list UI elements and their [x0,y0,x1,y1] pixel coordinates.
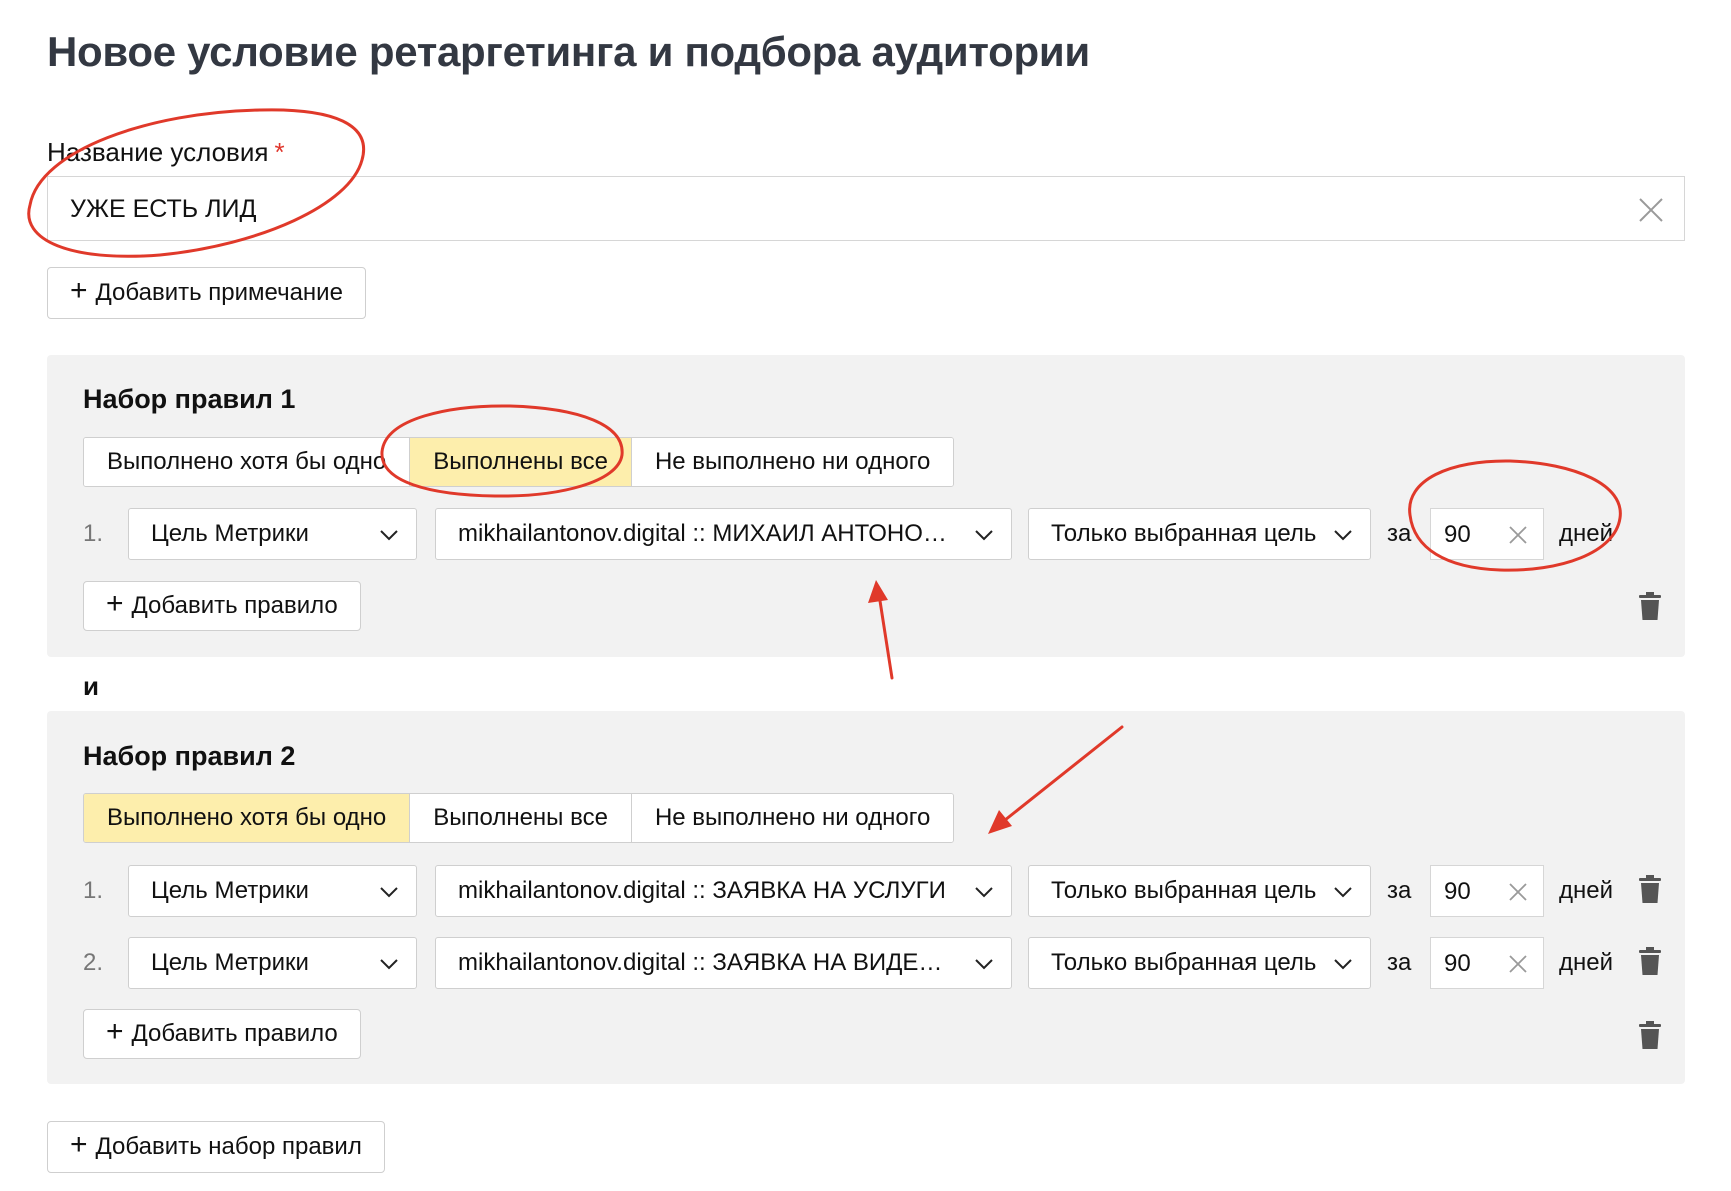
mode-none[interactable]: Не выполнено ни одного [631,438,954,486]
days-value: 90 [1444,521,1471,548]
plus-icon: + [106,1015,124,1048]
clear-icon[interactable] [1507,524,1529,546]
days-unit: дней [1559,877,1614,904]
condition-name-label-text: Название условия [47,137,269,167]
rule-type-select[interactable]: Цель Метрики [128,865,417,917]
goal-select[interactable]: mikhailantonov.digital :: МИХАИЛ АНТОНОВ… [435,508,1012,560]
add-rule-label: Добавить правило [131,1020,338,1047]
period-prefix: за [1387,949,1412,976]
goal-scope-value: Только выбранная цель [1051,949,1317,976]
chevron-down-icon [1334,887,1352,898]
rule-type-value: Цель Метрики [151,520,309,547]
rule-type-select[interactable]: Цель Метрики [128,508,417,560]
days-input[interactable]: 90 [1430,865,1544,917]
goal-scope-select[interactable]: Только выбранная цель [1028,508,1371,560]
goal-value: mikhailantonov.digital :: ЗАЯВКА НА УСЛУ… [458,877,946,904]
chevron-down-icon [380,530,398,541]
ruleset-mode-switch: Выполнено хотя бы одно Выполнены все Не … [83,793,955,843]
chevron-down-icon [975,887,993,898]
goal-scope-select[interactable]: Только выбранная цель [1028,937,1371,989]
rule-type-select[interactable]: Цель Метрики [128,937,417,989]
days-input[interactable]: 90 [1430,508,1544,560]
days-unit: дней [1559,520,1614,547]
rule-number: 2. [83,949,104,976]
plus-icon: + [106,587,124,620]
goal-scope-select[interactable]: Только выбранная цель [1028,865,1371,917]
plus-icon: + [70,274,88,307]
rule-type-value: Цель Метрики [151,949,309,976]
days-value: 90 [1444,950,1471,977]
page-title: Новое условие ретаргетинга и подбора ауд… [47,28,1090,75]
trash-icon[interactable] [1638,1020,1662,1050]
ruleset-title: Набор правил 2 [83,741,296,771]
goal-scope-value: Только выбранная цель [1051,520,1317,547]
goal-value: mikhailantonov.digital :: ЗАЯВКА НА ВИДЕ… [458,949,1000,976]
period-prefix: за [1387,520,1412,547]
rule-row: 1. Цель Метрики mikhailantonov.digital :… [47,508,1685,560]
goal-value: mikhailantonov.digital :: МИХАИЛ АНТОНОВ… [458,520,1011,547]
goal-select[interactable]: mikhailantonov.digital :: ЗАЯВКА НА УСЛУ… [435,865,1012,917]
add-rule-button[interactable]: + Добавить правило [83,581,361,631]
ruleset-1: Набор правил 1 Выполнено хотя бы одно Вы… [47,355,1685,657]
mode-all[interactable]: Выполнены все [410,794,632,842]
plus-icon: + [70,1128,88,1161]
chevron-down-icon [380,887,398,898]
chevron-down-icon [380,959,398,970]
trash-icon[interactable] [1638,591,1662,621]
condition-name-value: УЖЕ ЕСТЬ ЛИД [70,195,257,223]
chevron-down-icon [975,959,993,970]
trash-icon[interactable] [1638,946,1662,976]
ruleset-title: Набор правил 1 [83,384,296,414]
add-ruleset-label: Добавить набор правил [95,1133,362,1160]
trash-icon[interactable] [1638,874,1662,904]
clear-icon[interactable] [1507,953,1529,975]
condition-name-label: Название условия * [47,137,285,168]
add-note-button[interactable]: + Добавить примечание [47,267,366,319]
add-ruleset-button[interactable]: + Добавить набор правил [47,1121,385,1173]
goal-select[interactable]: mikhailantonov.digital :: ЗАЯВКА НА ВИДЕ… [435,937,1012,989]
add-rule-button[interactable]: + Добавить правило [83,1009,361,1059]
and-separator: и [83,671,99,701]
chevron-down-icon [1334,530,1352,541]
days-input[interactable]: 90 [1430,937,1544,989]
add-note-label: Добавить примечание [95,279,343,306]
mode-any[interactable]: Выполнено хотя бы одно [84,438,411,486]
rule-row: 1. Цель Метрики mikhailantonov.digital :… [47,865,1685,917]
mode-all[interactable]: Выполнены все [410,438,632,486]
required-mark: * [274,137,285,167]
add-rule-label: Добавить правило [131,592,338,619]
mode-none[interactable]: Не выполнено ни одного [631,794,954,842]
mode-any[interactable]: Выполнено хотя бы одно [84,794,411,842]
condition-name-input[interactable]: УЖЕ ЕСТЬ ЛИД [47,176,1685,241]
clear-icon[interactable] [1636,195,1666,225]
days-unit: дней [1559,949,1614,976]
ruleset-2: Набор правил 2 Выполнено хотя бы одно Вы… [47,711,1685,1084]
period-prefix: за [1387,877,1412,904]
rule-type-value: Цель Метрики [151,877,309,904]
rule-row: 2. Цель Метрики mikhailantonov.digital :… [47,937,1685,989]
rule-number: 1. [83,520,104,547]
goal-scope-value: Только выбранная цель [1051,877,1317,904]
ruleset-mode-switch: Выполнено хотя бы одно Выполнены все Не … [83,437,955,487]
clear-icon[interactable] [1507,881,1529,903]
rule-number: 1. [83,877,104,904]
days-value: 90 [1444,878,1471,905]
chevron-down-icon [1334,959,1352,970]
chevron-down-icon [975,530,993,541]
